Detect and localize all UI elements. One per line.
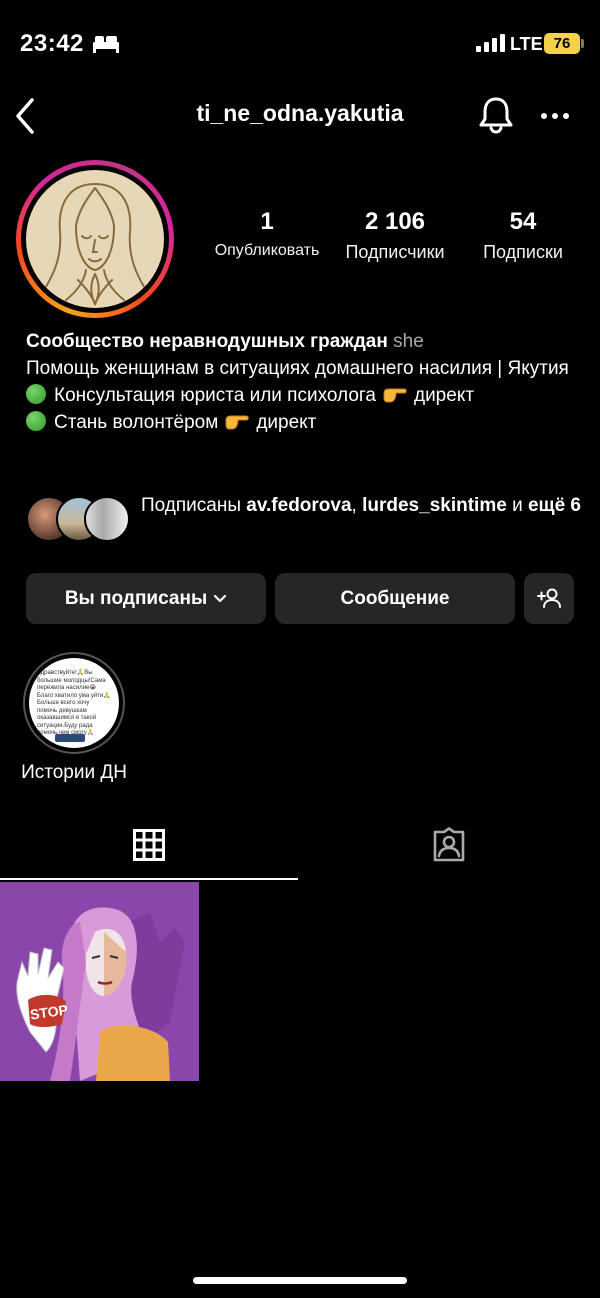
following-button-label: Вы подписаны [64, 588, 208, 609]
mutual-prefix: Подписаны [141, 495, 242, 516]
bell-icon[interactable] [476, 95, 516, 135]
network-label: LTE [510, 34, 543, 54]
green-circle-icon [26, 384, 46, 404]
home-indicator[interactable] [193, 1277, 407, 1284]
bio-line-2: Консультация юриста или психолога директ [26, 382, 586, 409]
add-user-button[interactable] [524, 573, 574, 624]
bio: Сообщество неравнодушных граждан she Пом… [26, 328, 586, 436]
following-button[interactable]: Вы подписаны [26, 573, 266, 624]
stop-violence-illustration [0, 882, 199, 1081]
bio-header: Сообщество неравнодушных граждан she [26, 328, 586, 355]
status-bar: 23:42 LTE 76 [0, 0, 600, 88]
post-thumbnail[interactable]: STOP [0, 882, 199, 1081]
highlight-story[interactable]: Здравствуйте!🙏Вы большие молодцы!Сама пе… [23, 652, 125, 754]
followers-label: Подписчики [345, 242, 445, 262]
tagged-icon [433, 827, 465, 862]
posts-label: Опубликовать [214, 242, 320, 259]
highlight-preview-text: Здравствуйте!🙏Вы большие молодцы!Сама пе… [37, 670, 111, 736]
bio-line-3: Стань волонтёром директ [26, 409, 586, 436]
chevron-left-icon[interactable] [10, 96, 46, 136]
bio-line-3-text: Стань волонтёром [54, 412, 219, 433]
tab-grid[interactable] [0, 810, 298, 880]
battery-indicator: 76 [544, 33, 580, 54]
bed-icon [93, 36, 119, 53]
mutual-conjunction: и [512, 495, 523, 516]
pointing-hand-icon [383, 388, 407, 403]
more-icon[interactable] [540, 112, 570, 120]
tab-tagged[interactable] [300, 810, 600, 880]
mutual-more[interactable]: ещё 6 [528, 495, 581, 516]
message-button[interactable]: Сообщение [275, 573, 515, 624]
add-user-icon [537, 588, 561, 608]
green-circle-icon [26, 411, 46, 431]
following-label: Подписки [483, 242, 563, 262]
mutual-user-1[interactable]: av.fedorova [246, 495, 351, 516]
stat-followers[interactable]: 2 106 Подписчики [336, 208, 454, 263]
bio-line-1: Помощь женщинам в ситуациях домашнего на… [26, 358, 569, 379]
bio-line-2-suffix[interactable]: директ [414, 385, 474, 406]
bio-name: Сообщество неравнодушных граждан [26, 331, 388, 352]
highlight-cover: Здравствуйте!🙏Вы большие молодцы!Сама пе… [29, 658, 119, 748]
avatar[interactable] [16, 160, 174, 318]
mutual-user-2[interactable]: lurdes_skintime [362, 495, 507, 516]
stat-following[interactable]: 54 Подписки [466, 208, 580, 263]
stat-posts[interactable]: 1 Опубликовать [206, 208, 328, 260]
profile-username: ti_ne_odna.yakutia [196, 100, 404, 126]
mutual-avatar [84, 496, 130, 542]
mutual-avatars[interactable] [26, 496, 130, 542]
grid-icon [133, 829, 165, 861]
highlight-label[interactable]: Истории ДН [0, 762, 148, 784]
bio-line-3-suffix[interactable]: директ [256, 412, 316, 433]
pointing-hand-icon [225, 415, 250, 430]
bio-line-2-text: Консультация юриста или психолога [54, 385, 376, 406]
chevron-down-icon [214, 594, 227, 603]
following-count: 54 [509, 208, 537, 235]
posts-count: 1 [260, 208, 274, 235]
battery-tip [581, 39, 584, 48]
mutual-followers-text[interactable]: Подписаны av.fedorova, lurdes_skintime и… [141, 492, 581, 519]
status-time: 23:42 [20, 30, 84, 57]
followers-count: 2 106 [364, 208, 426, 235]
highlight-preview-bar [55, 734, 85, 742]
woman-line-art-icon [43, 183, 147, 307]
signal-icon [476, 34, 505, 52]
bio-pronoun: she [393, 331, 424, 352]
message-button-label: Сообщение [340, 588, 450, 609]
avatar-image [26, 170, 164, 308]
battery-level: 76 [553, 35, 571, 52]
